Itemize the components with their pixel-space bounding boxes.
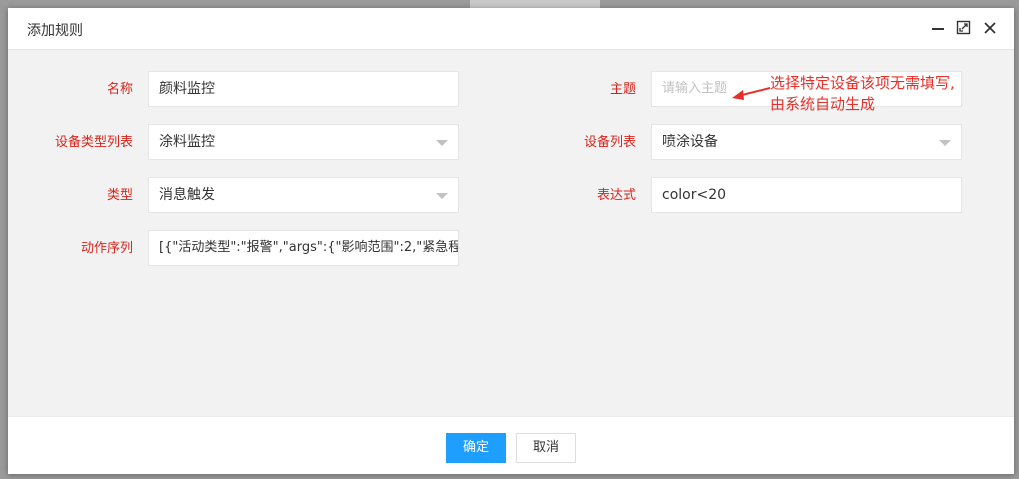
name-label: 名称: [106, 82, 133, 97]
dialog-titlebar: 添加规则: [8, 8, 1014, 50]
device-type-select[interactable]: 涂料监控: [148, 124, 459, 160]
dialog-title: 添加规则: [27, 23, 83, 39]
dialog-footer: 确定 取消: [8, 416, 1014, 474]
device-list-select[interactable]: 喷涂设备: [651, 124, 962, 160]
minimize-icon[interactable]: [929, 19, 947, 37]
maximize-icon[interactable]: [955, 19, 973, 37]
confirm-button[interactable]: 确定: [446, 433, 506, 463]
expression-input[interactable]: color<20: [651, 177, 962, 213]
annotation-line-1: 选择特定设备该项无需填写,: [770, 74, 955, 92]
device-list-value: 喷涂设备: [662, 134, 718, 150]
close-icon[interactable]: [981, 19, 999, 37]
topic-label: 主题: [609, 82, 636, 97]
background-strip: [470, 0, 600, 8]
annotation-line-2: 由系统自动生成: [770, 95, 876, 113]
cancel-button[interactable]: 取消: [516, 433, 576, 463]
annotation-note: 选择特定设备该项无需填写, 由系统自动生成: [770, 73, 955, 115]
type-value: 消息触发: [159, 187, 215, 203]
add-rule-dialog: 添加规则 名称 颜料监控 主题 请输入主题 设备类型列表 涂料监控 设备列表 喷…: [8, 8, 1014, 474]
type-label: 类型: [106, 188, 133, 203]
type-select[interactable]: 消息触发: [148, 177, 459, 213]
action-sequence-input[interactable]: [{"活动类型":"报警","args":{"影响范围":2,"紧急程度: [148, 230, 459, 266]
device-type-value: 涂料监控: [159, 134, 215, 150]
chevron-down-icon: [939, 140, 951, 146]
chevron-down-icon: [436, 140, 448, 146]
chevron-down-icon: [436, 193, 448, 199]
action-sequence-label: 动作序列: [80, 241, 133, 256]
annotation-arrow-icon: [732, 87, 771, 100]
name-input[interactable]: 颜料监控: [148, 71, 459, 107]
device-list-label: 设备列表: [583, 135, 636, 150]
expression-label: 表达式: [596, 188, 636, 203]
device-type-label: 设备类型列表: [54, 135, 133, 150]
